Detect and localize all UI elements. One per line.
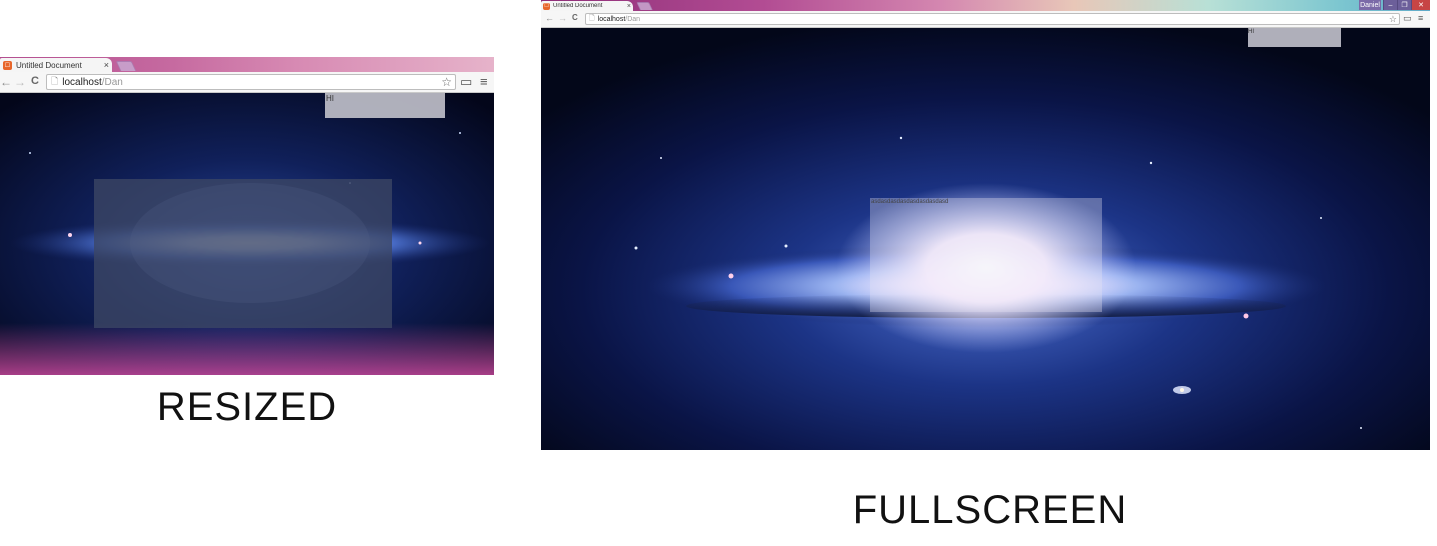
html-file-icon: ☐: [3, 60, 12, 70]
browser-toolbar: ← → C 🗋 localhost/Dan ☆ ▭ ≡: [541, 11, 1430, 28]
star-icon[interactable]: ☆: [1389, 14, 1397, 25]
fullscreen-browser-window: ☐ Untitled Document × Daniel – ❐ ✕ ← → C…: [541, 0, 1430, 450]
resized-browser-window: ☐ Untitled Document × ← → C 🗋 localhost /…: [0, 57, 494, 375]
hi-box: HI: [325, 93, 445, 118]
arrow-left-icon[interactable]: ←: [545, 13, 554, 23]
cast-icon[interactable]: ▭: [1403, 13, 1412, 24]
arrow-right-icon[interactable]: →: [14, 75, 26, 89]
address-bar[interactable]: 🗋 localhost/Dan ☆: [585, 13, 1400, 25]
new-tab-button[interactable]: [636, 2, 653, 10]
content-box: asdasdasdasdasdasdasdasd: [870, 198, 1102, 312]
url-path: /Dan: [101, 76, 123, 88]
tab-title: Untitled Document: [553, 3, 603, 9]
hi-box: HI: [1248, 28, 1341, 47]
page-viewport: HI: [0, 93, 494, 375]
arrow-right-icon[interactable]: →: [558, 13, 567, 23]
content-box: [94, 179, 392, 328]
cast-icon[interactable]: ▭: [460, 74, 472, 90]
browser-toolbar: ← → C 🗋 localhost/Dan ☆ ▭ ≡: [0, 72, 494, 93]
tab-close-icon[interactable]: ×: [104, 60, 109, 70]
page-icon: 🗋: [589, 14, 595, 22]
url-path: /Dan: [625, 15, 641, 23]
caption-resized: RESIZED: [156, 385, 338, 429]
tab-untitled-document[interactable]: ☐ Untitled Document ×: [0, 58, 112, 72]
tab-title: Untitled Document: [16, 60, 82, 70]
window-close-button[interactable]: ✕: [1411, 0, 1430, 10]
hamburger-menu-icon[interactable]: ≡: [480, 74, 488, 89]
reload-icon[interactable]: C: [572, 13, 578, 22]
url-host: localhost: [597, 15, 626, 23]
tab-strip: ☐ Untitled Document × Daniel – ❐ ✕: [541, 0, 1430, 11]
reload-icon[interactable]: C: [31, 75, 39, 87]
page-icon: 🗋: [51, 76, 59, 86]
tab-untitled-document[interactable]: ☐ Untitled Document ×: [541, 1, 633, 11]
restore-button[interactable]: ❐: [1397, 0, 1411, 10]
new-tab-button[interactable]: [115, 61, 137, 71]
hamburger-menu-icon[interactable]: ≡: [1418, 13, 1423, 23]
html-file-icon: ☐: [543, 2, 550, 10]
tab-close-icon[interactable]: ×: [627, 3, 631, 10]
tab-strip: ☐ Untitled Document ×: [0, 57, 494, 72]
page-viewport: HI asdasdasdasdasdasdasdasd: [541, 28, 1430, 450]
minimize-button[interactable]: –: [1383, 0, 1397, 10]
profile-button[interactable]: Daniel: [1359, 0, 1381, 10]
caption-fullscreen: FULLSCREEN: [852, 488, 1128, 532]
url-host: localhost: [62, 76, 102, 88]
arrow-left-icon[interactable]: ←: [0, 75, 12, 89]
address-bar[interactable]: 🗋 localhost/Dan ☆: [46, 74, 456, 90]
star-icon[interactable]: ☆: [441, 75, 452, 89]
